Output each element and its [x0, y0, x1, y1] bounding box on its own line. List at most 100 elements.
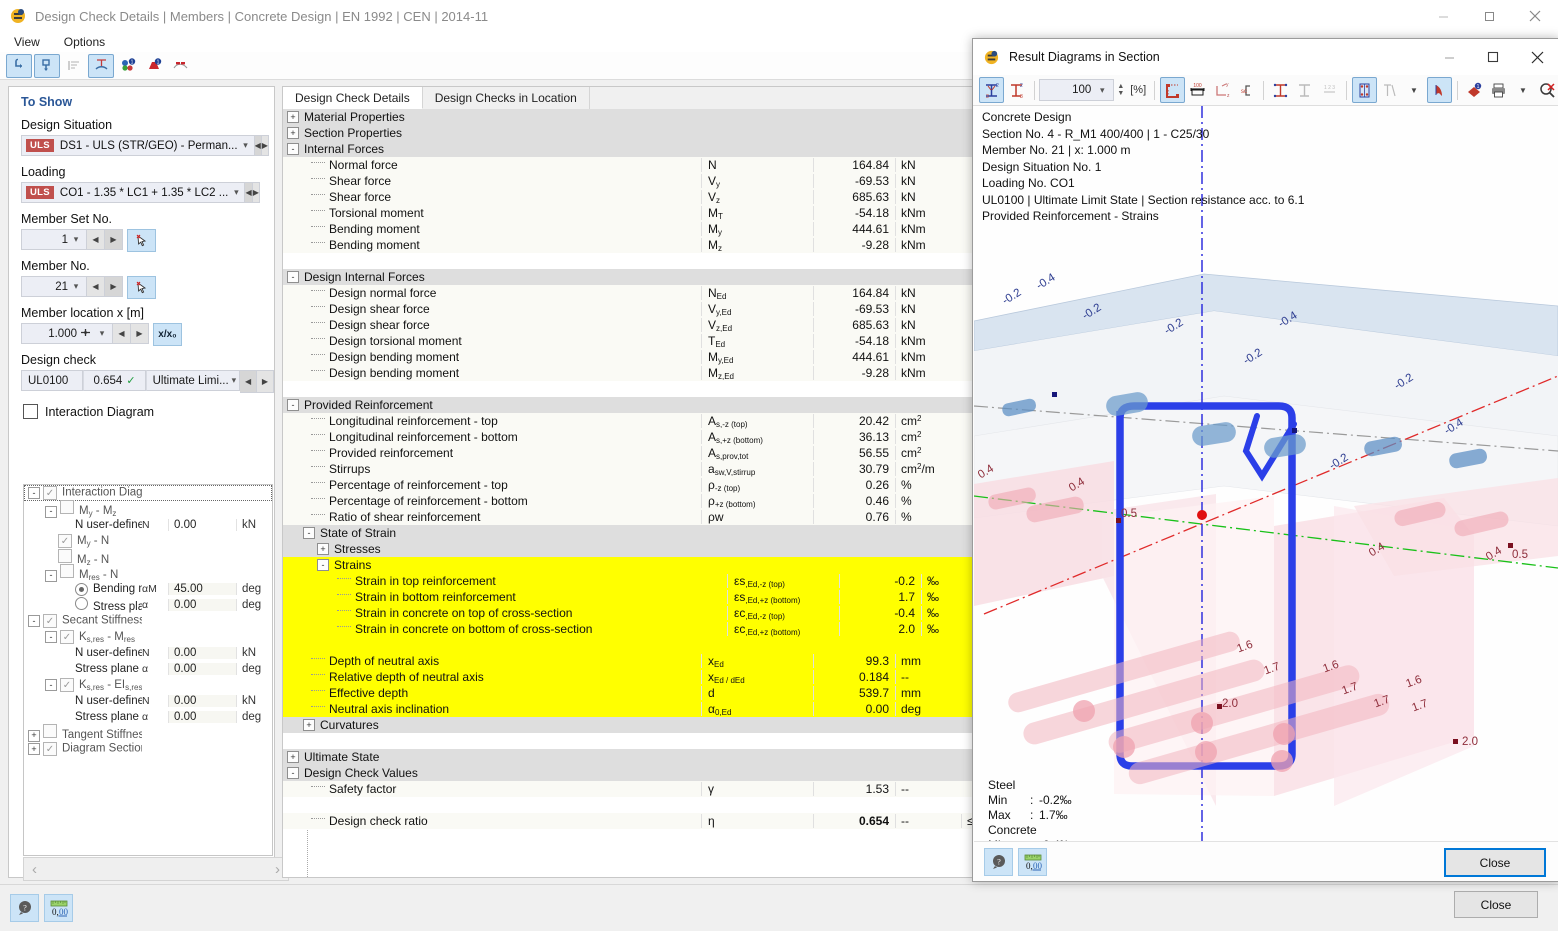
tree-item[interactable]: N user-definedN 0.00 kN [24, 645, 272, 661]
tree-expander-icon[interactable]: - [45, 631, 57, 643]
expander-icon[interactable]: + [317, 543, 329, 555]
interaction-diagram-checkbox[interactable] [23, 404, 38, 419]
tree-item[interactable]: + Diagram Section in 3 [24, 741, 272, 757]
legend-icon[interactable]: 1 [142, 55, 166, 77]
zoom-reset-icon[interactable] [1536, 78, 1558, 102]
tree-expander-icon[interactable]: - [45, 679, 57, 691]
section-3d-canvas[interactable]: Concrete Design Section No. 4 - R_M1 400… [974, 106, 1558, 877]
tree-value[interactable]: 0.00 [168, 647, 237, 659]
tree-item[interactable]: - Interaction Diagrams [24, 485, 272, 501]
zoom-stepper[interactable]: ▲ ▼ [1117, 83, 1124, 97]
tree-item[interactable]: Stress plane αα 0.00 deg [24, 597, 272, 613]
chevron-down-icon[interactable]: ▾ [228, 187, 244, 198]
expander-icon[interactable]: + [287, 127, 299, 139]
tree-expander-icon[interactable]: - [28, 487, 40, 499]
design-check-code[interactable]: UL0100 [21, 370, 84, 391]
tree-item[interactable]: Mz - N [24, 548, 272, 566]
member-no-prev-button[interactable]: ◀ [87, 276, 105, 297]
tree-item[interactable]: - Ks,res - Mres [24, 629, 272, 645]
loading-combo[interactable]: ULS CO1 - 1.35 * LC1 + 1.35 * LC2 ... ▾ [21, 182, 246, 203]
tree-item[interactable]: - Ks,res - EIs,res [24, 677, 272, 693]
tree-expander-icon[interactable]: - [45, 505, 57, 518]
main-close-button[interactable]: Close [1454, 891, 1538, 918]
chevron-down-icon[interactable]: ▾ [238, 140, 254, 151]
diagram-icon[interactable] [168, 55, 192, 77]
axes-icon[interactable]: yz [1211, 78, 1234, 102]
stress-diagram-icon[interactable]: 23 [1005, 78, 1028, 102]
reinforcement-icon[interactable] [1351, 77, 1378, 103]
tree-value[interactable]: 0.00 [168, 519, 237, 531]
expander-icon[interactable]: - [303, 527, 315, 539]
chevron-down-icon[interactable]: ▾ [1094, 85, 1110, 96]
tree-checkbox[interactable] [43, 614, 57, 628]
list-icon[interactable] [62, 55, 86, 77]
tab-design-check-details[interactable]: Design Check Details [283, 87, 423, 109]
member-set-combo[interactable]: 1 ▾ [21, 229, 87, 250]
chevron-down-icon[interactable]: ▼ [1402, 78, 1425, 102]
nav-prev-icon[interactable]: ‹ [32, 861, 37, 878]
tree-item[interactable]: Stress plane a...α 0.00 deg [24, 709, 272, 725]
tree-checkbox[interactable] [58, 548, 72, 563]
tree-item[interactable]: - My - Mz [24, 500, 272, 518]
relative-location-button[interactable]: x/x₀ [153, 323, 182, 346]
units-icon[interactable]: 0, 00 [1018, 848, 1047, 876]
interaction-diagram-tree[interactable]: -Interaction Diagrams-My - MzN user-defi… [23, 484, 273, 856]
member-location-combo[interactable]: 1.000 ▾ [21, 323, 113, 344]
tree-item[interactable]: N user-definedN 0.00 kN [24, 517, 272, 533]
design-check-ratio[interactable]: 0.654 ✓ [83, 370, 146, 391]
tree-item[interactable]: My - N [24, 533, 272, 549]
numbering-icon[interactable]: 1 2 3 [1318, 78, 1341, 102]
dimension-icon[interactable]: 100 [1186, 78, 1209, 102]
member-set-pick-icon[interactable] [127, 229, 156, 252]
member-set-next-button[interactable]: ▶ [105, 229, 123, 250]
tree-value[interactable]: 0.00 [168, 695, 237, 707]
expander-icon[interactable]: + [303, 719, 315, 731]
expander-icon[interactable]: - [287, 399, 299, 411]
expander-icon[interactable]: + [287, 751, 299, 763]
render-icon[interactable] [1160, 77, 1186, 103]
tree-checkbox[interactable] [60, 564, 74, 579]
member-no-pick-icon[interactable] [127, 276, 156, 299]
tree-radio[interactable] [75, 597, 88, 610]
tree-item[interactable]: Bending momαM 45.00 deg [24, 581, 272, 597]
tree-expander-icon[interactable]: - [28, 615, 40, 627]
result-close-action-button[interactable]: Close [1444, 848, 1546, 877]
member-set-prev-button[interactable]: ◀ [87, 229, 105, 250]
label-icon[interactable] [1378, 78, 1401, 102]
help-icon[interactable]: ? [10, 894, 39, 922]
tree-value[interactable]: 0.00 [168, 599, 237, 611]
expander-icon[interactable]: - [287, 143, 299, 155]
tree-checkbox[interactable] [60, 630, 74, 644]
minimize-button[interactable] [1420, 0, 1466, 32]
section-icon[interactable] [88, 53, 114, 78]
undo-icon[interactable] [6, 53, 32, 78]
colors-icon[interactable]: 1 [116, 55, 140, 77]
expander-icon[interactable]: - [317, 559, 329, 571]
expander-icon[interactable]: - [287, 271, 299, 283]
units-icon[interactable]: 0, 00 [44, 894, 73, 922]
redo-icon[interactable] [34, 53, 60, 78]
chevron-down-icon[interactable]: ▾ [68, 281, 84, 292]
menu-view[interactable]: View [4, 33, 50, 51]
interaction-diagram-toggle[interactable]: Interaction Diagram [23, 404, 274, 419]
expander-icon[interactable]: - [287, 767, 299, 779]
close-button[interactable] [1512, 0, 1558, 32]
tree-expander-icon[interactable]: + [28, 729, 40, 742]
design-check-name[interactable]: Ultimate Limi... ▾ [145, 370, 241, 391]
member-location-next-button[interactable]: ▶ [131, 323, 149, 344]
chevron-down-icon[interactable]: ▾ [68, 234, 84, 245]
tree-checkbox[interactable] [58, 534, 72, 548]
tree-checkbox[interactable] [60, 678, 74, 692]
chevron-down-icon[interactable]: ▼ [1511, 78, 1534, 102]
zoom-input[interactable]: 100 ▾ [1039, 79, 1115, 101]
member-no-combo[interactable]: 21 ▾ [21, 276, 87, 297]
section-depth-icon[interactable] [1293, 78, 1316, 102]
print-icon[interactable] [1487, 78, 1510, 102]
strain-diagram-icon[interactable]: 23 [979, 77, 1005, 103]
tree-value[interactable]: 45.00 [168, 583, 237, 595]
tree-checkbox[interactable] [43, 724, 57, 739]
maximize-button[interactable] [1466, 0, 1512, 32]
design-check-next-button[interactable]: ▶ [257, 370, 274, 393]
help-icon[interactable]: ? [984, 848, 1013, 876]
member-location-prev-button[interactable]: ◀ [113, 323, 131, 344]
